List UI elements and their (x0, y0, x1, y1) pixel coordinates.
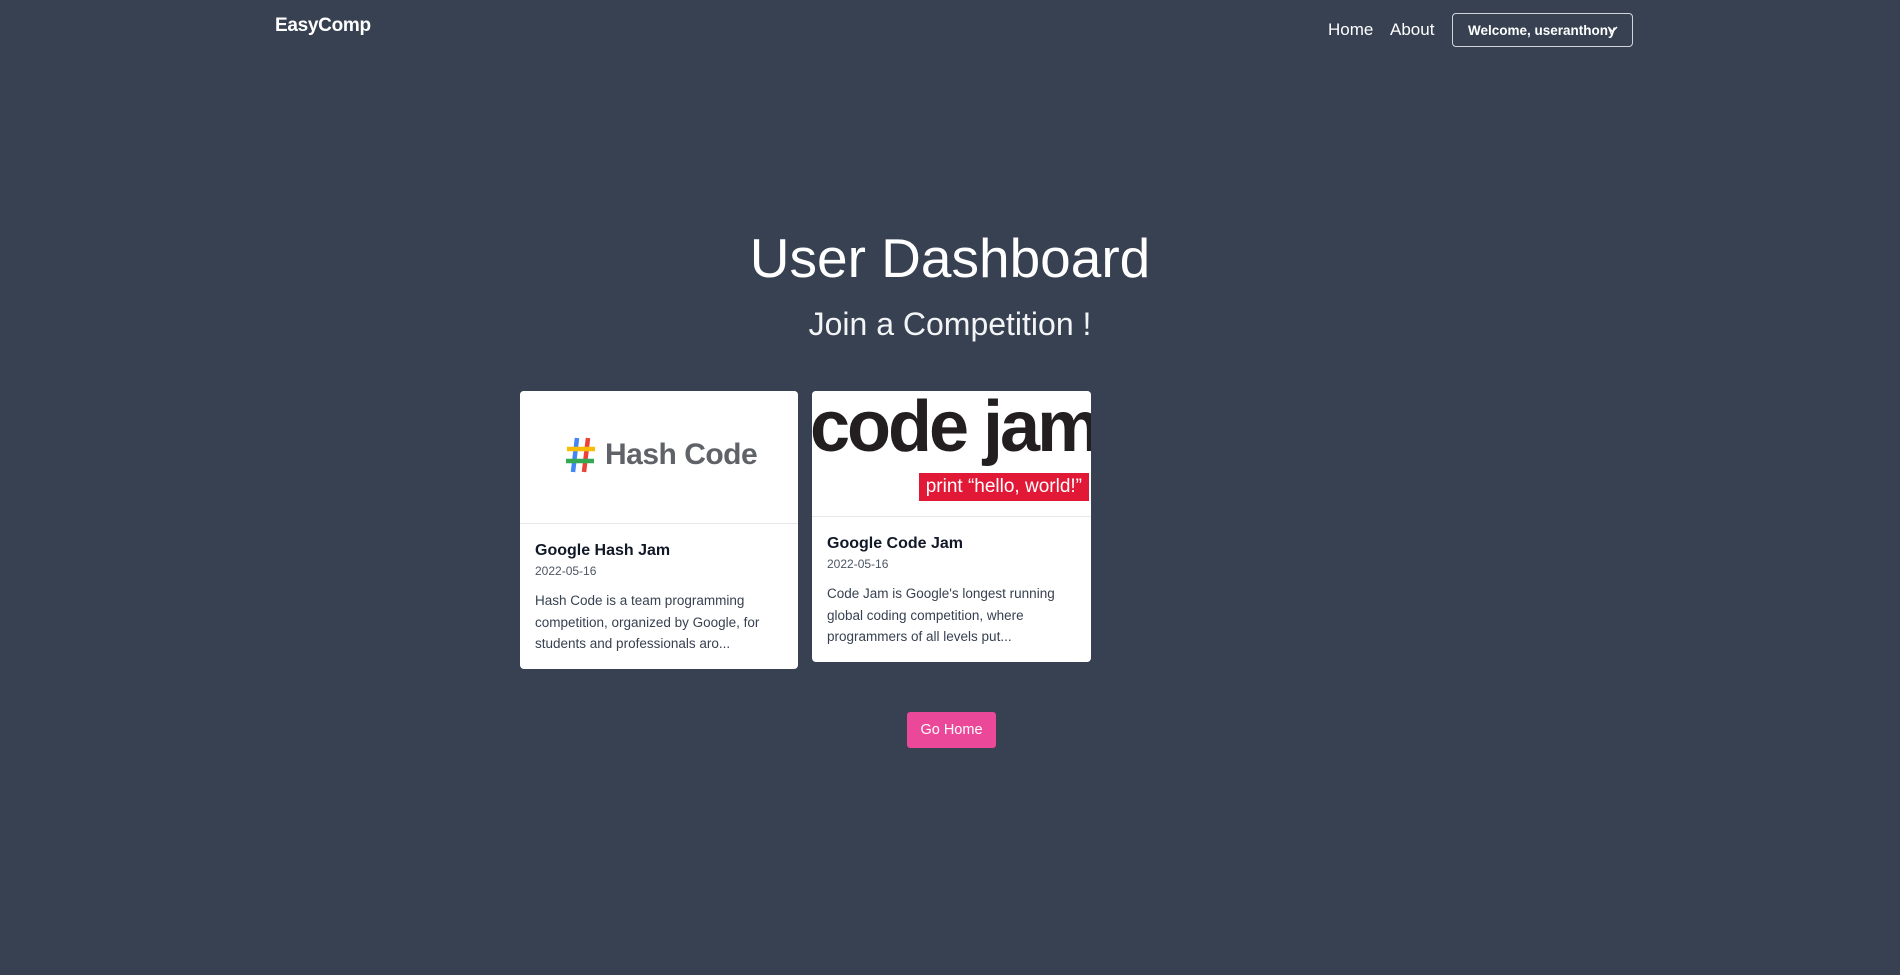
card-title[interactable]: Google Code Jam (827, 535, 1076, 553)
navbar: EasyComp Home About Welcome, useranthony (0, 0, 1900, 62)
hash-code-logo-text: Hash Code (605, 438, 758, 471)
page-subtitle: Join a Competition ! (808, 306, 1092, 342)
card-date: 2022-05-16 (535, 564, 597, 578)
code-jam-tagline: print “hello, world!” (918, 473, 1089, 501)
card-body: Google Hash Jam 2022-05-16 Hash Code is … (520, 542, 798, 655)
nav-link-about[interactable]: About (1390, 20, 1434, 40)
card-date: 2022-05-16 (827, 557, 889, 571)
go-home-button[interactable]: Go Home (907, 712, 996, 748)
card-image-hash-code: Hash Code (520, 391, 798, 524)
card-body: Google Code Jam 2022-05-16 Code Jam is G… (812, 535, 1091, 648)
competition-card-code-jam[interactable]: code jam print “hello, world!” Google Co… (812, 391, 1091, 662)
card-image-code-jam: code jam print “hello, world!” (812, 391, 1091, 517)
card-title[interactable]: Google Hash Jam (535, 542, 783, 560)
user-menu-dropdown[interactable]: Welcome, useranthony (1452, 13, 1633, 47)
hash-icon (566, 437, 595, 473)
page-title: User Dashboard (749, 227, 1151, 289)
competition-card-hash-code[interactable]: Hash Code Google Hash Jam 2022-05-16 Has… (520, 391, 798, 669)
user-menu-label: Welcome, useranthony (1468, 22, 1616, 38)
card-description: Hash Code is a team programming competit… (535, 593, 760, 651)
chevron-down-icon (1607, 26, 1618, 33)
card-description: Code Jam is Google's longest running glo… (827, 586, 1055, 644)
code-jam-logo-text: code jam (812, 391, 1091, 467)
brand-logo[interactable]: EasyComp (275, 15, 371, 37)
hash-code-logo: Hash Code (565, 435, 758, 475)
nav-link-home[interactable]: Home (1328, 20, 1373, 40)
